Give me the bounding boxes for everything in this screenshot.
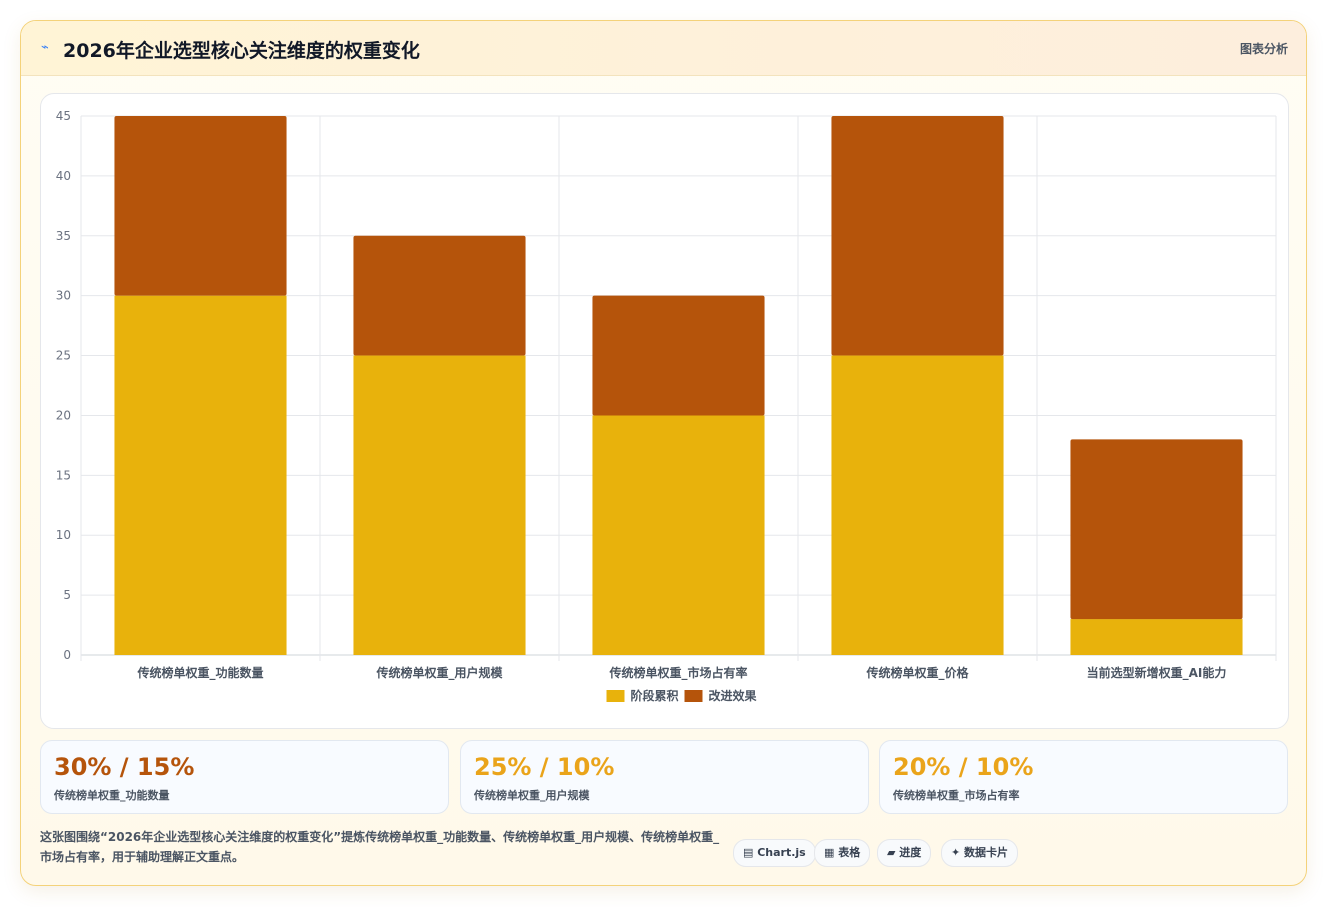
legend-swatch: [684, 690, 703, 702]
x-tick-label: 传统榜单权重_市场占有率: [608, 665, 747, 681]
bar-segment: [831, 355, 1004, 655]
y-tick-label: 15: [56, 468, 71, 482]
stat-card-3: 20% / 10% 传统榜单权重_市场占有率: [879, 740, 1288, 814]
stat-value: 30% / 15%: [54, 753, 195, 781]
y-tick-label: 35: [56, 229, 71, 243]
chart-line-icon: ⌁: [41, 40, 49, 55]
chart-description: 这张图围绕“2026年企业选型核心关注维度的权重变化”提炼传统榜单权重_功能数量…: [40, 830, 720, 864]
chart-type-tag: 图表分析: [1239, 42, 1288, 56]
chart-card: ⌁ 2026年企业选型核心关注维度的权重变化 图表分析 0 5 10 15 20 25 30…: [20, 20, 1307, 886]
stat-value: 20% / 10%: [893, 753, 1034, 781]
stat-card-1: 30% / 15% 传统榜单权重_功能数量: [40, 740, 449, 814]
y-tick-label: 45: [56, 109, 71, 123]
y-tick-label: 5: [63, 588, 71, 602]
x-tick-label: 当前选型新增权重_AI能力: [1087, 665, 1227, 681]
x-tick-label: 传统榜单权重_价格: [865, 665, 969, 681]
y-tick-label: 40: [56, 169, 71, 183]
bar-segment: [1070, 619, 1243, 655]
x-tick-label: 传统榜单权重_用户规模: [375, 665, 503, 681]
bar-segment: [592, 295, 765, 416]
bar-segment: [592, 415, 765, 655]
bar-segment: [1070, 439, 1243, 620]
card-header: ⌁ 2026年企业选型核心关注维度的权重变化 图表分析: [21, 21, 1306, 76]
stat-value: 25% / 10%: [474, 753, 615, 781]
y-tick-label: 20: [56, 408, 71, 422]
stat-label: 传统榜单权重_用户规模: [474, 789, 590, 802]
bar-segment: [353, 355, 526, 655]
legend-swatch: [606, 690, 625, 702]
bar-segment: [831, 116, 1004, 356]
pill-progress[interactable]: ▰ 进度: [877, 839, 932, 867]
chart-title: 2026年企业选型核心关注维度的权重变化: [63, 40, 420, 62]
legend-label: 改进效果: [709, 688, 757, 703]
y-tick-label: 0: [63, 648, 71, 662]
y-tick-label: 30: [56, 289, 71, 303]
bar-segment: [114, 295, 287, 655]
pill-chartjs[interactable]: ▤ Chart.js: [733, 839, 816, 867]
bar-segment: [114, 116, 287, 296]
pill-table[interactable]: ▦ 表格: [814, 839, 871, 867]
stacked-bar-chart: 0 5 10 15 20 25 30 35 40 45 传统榜单权重_功能数量 传统榜单权重_用户规模…: [56, 109, 1277, 703]
stat-label: 传统榜单权重_功能数量: [54, 789, 170, 802]
stat-card-2: 25% / 10% 传统榜单权重_用户规模: [460, 740, 869, 814]
chart-panel: 0 5 10 15 20 25 30 35 40 45 传统榜单权重_功能数量 传统榜单权重_用户规模…: [40, 93, 1289, 729]
y-tick-label: 10: [56, 528, 71, 542]
y-tick-label: 25: [56, 349, 71, 363]
bar-segment: [353, 235, 526, 356]
x-tick-label: 传统榜单权重_功能数量: [136, 665, 263, 681]
pill-data-card[interactable]: ✦ 数据卡片: [941, 839, 1019, 867]
stat-label: 传统榜单权重_市场占有率: [893, 789, 1020, 802]
legend-label: 阶段累积: [631, 688, 679, 703]
